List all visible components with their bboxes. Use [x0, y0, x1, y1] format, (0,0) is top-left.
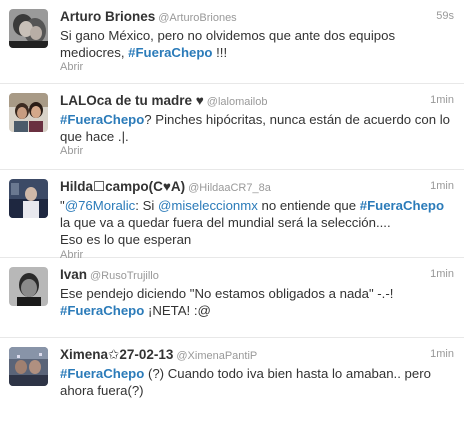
user-handle[interactable]: @lalomailob — [207, 96, 268, 108]
avatar[interactable] — [9, 9, 48, 48]
text-segment: (?) Cuando todo iva bien hasta lo amaban… — [144, 366, 431, 381]
text-segment: Ese pendejo diciendo "No estamos obligad… — [60, 286, 394, 301]
user-name[interactable]: LALOca de tu madre ♥ — [60, 93, 204, 108]
tweet-text-line: "@76Moralic: Si @miseleccionmx no entien… — [60, 197, 456, 214]
user-name[interactable]: Hilda☐campo(C♥A) — [60, 179, 185, 194]
text-segment: que hace .|. — [60, 129, 129, 144]
mention-link[interactable]: @miseleccionmx — [158, 198, 258, 213]
tweet-feed: Arturo Briones @ArturoBriones 59s Si gano… — [0, 0, 464, 430]
tweet-text-line: Si gano México, pero no olvidemos que an… — [60, 27, 456, 44]
user-name[interactable]: Arturo Briones — [60, 9, 155, 24]
timestamp[interactable]: 59s — [436, 10, 454, 22]
text-segment: mediocres, — [60, 45, 129, 60]
avatar[interactable] — [9, 179, 48, 218]
hashtag-link[interactable]: #FueraChepo — [60, 112, 144, 127]
text-segment: la que va a quedar fuera del mundial ser… — [60, 215, 391, 230]
tweet-text: "@76Moralic: Si @miseleccionmx no entien… — [60, 197, 456, 248]
timestamp[interactable]: 1min — [430, 268, 454, 280]
avatar[interactable] — [9, 267, 48, 306]
tweet-text: #FueraChepo? Pinches hipócritas, nunca e… — [60, 111, 456, 145]
user-handle[interactable]: @HildaaCR7_8a — [188, 182, 271, 194]
text-segment: Si gano México, pero no olvidemos que an… — [60, 28, 396, 43]
open-link[interactable]: Abrir — [60, 145, 83, 157]
tweet-text-line: ahora fuera(?) — [60, 382, 456, 399]
user-handle[interactable]: @XimenaPantiP — [176, 350, 257, 362]
text-segment: ¡NETA! :@ — [144, 303, 211, 318]
timestamp[interactable]: 1min — [430, 94, 454, 106]
text-segment: !!! — [212, 45, 228, 60]
tweet-text-line: Eso es lo que esperan — [60, 231, 456, 248]
tweet-text-line: #FueraChepo ¡NETA! :@ — [60, 302, 456, 319]
tweet-item[interactable]: Ximena✩27-02-13 @XimenaPantiP 1min #Fuera… — [0, 338, 464, 424]
tweet-text-line: que hace .|. — [60, 128, 456, 145]
hashtag-link[interactable]: #FueraChepo — [60, 303, 144, 318]
open-link[interactable]: Abrir — [60, 61, 83, 73]
user-name[interactable]: Ivan — [60, 267, 87, 282]
tweet-item[interactable]: Hilda☐campo(C♥A) @HildaaCR7_8a 1min "@76M… — [0, 170, 464, 261]
tweet-item[interactable]: Arturo Briones @ArturoBriones 59s Si gano… — [0, 0, 464, 84]
hashtag-link[interactable]: #FueraChepo — [360, 198, 444, 213]
text-segment: ahora fuera(?) — [60, 383, 144, 398]
mention-link[interactable]: @76Moralic — [65, 198, 136, 213]
avatar[interactable] — [9, 347, 48, 386]
timestamp[interactable]: 1min — [430, 180, 454, 192]
tweet-text-line: mediocres, #FueraChepo !!! — [60, 44, 456, 61]
tweet-text-line: Ese pendejo diciendo "No estamos obligad… — [60, 285, 456, 302]
user-handle[interactable]: @ArturoBriones — [158, 12, 236, 24]
text-segment: ? Pinches hipócritas, nunca están de acu… — [144, 112, 450, 127]
tweet-item[interactable]: LALOca de tu madre ♥ @lalomailob 1min #Fu… — [0, 84, 464, 170]
hashtag-link[interactable]: #FueraChepo — [60, 366, 144, 381]
tweet-text-line: #FueraChepo? Pinches hipócritas, nunca e… — [60, 111, 456, 128]
text-segment: Eso es lo que esperan — [60, 232, 192, 247]
hashtag-link[interactable]: #FueraChepo — [128, 45, 212, 60]
tweet-text: Si gano México, pero no olvidemos que an… — [60, 27, 456, 61]
tweet-text-line: #FueraChepo (?) Cuando todo iva bien has… — [60, 365, 456, 382]
user-name[interactable]: Ximena✩27-02-13 — [60, 347, 173, 362]
user-handle[interactable]: @RusoTrujillo — [90, 270, 159, 282]
tweet-text-line: la que va a quedar fuera del mundial ser… — [60, 214, 456, 231]
text-segment: : Si — [135, 198, 158, 213]
text-segment: no entiende que — [257, 198, 360, 213]
tweet-text: #FueraChepo (?) Cuando todo iva bien has… — [60, 365, 456, 399]
tweet-item[interactable]: Ivan @RusoTrujillo 1min Ese pendejo dicie… — [0, 258, 464, 338]
tweet-text: Ese pendejo diciendo "No estamos obligad… — [60, 285, 456, 319]
avatar[interactable] — [9, 93, 48, 132]
timestamp[interactable]: 1min — [430, 348, 454, 360]
